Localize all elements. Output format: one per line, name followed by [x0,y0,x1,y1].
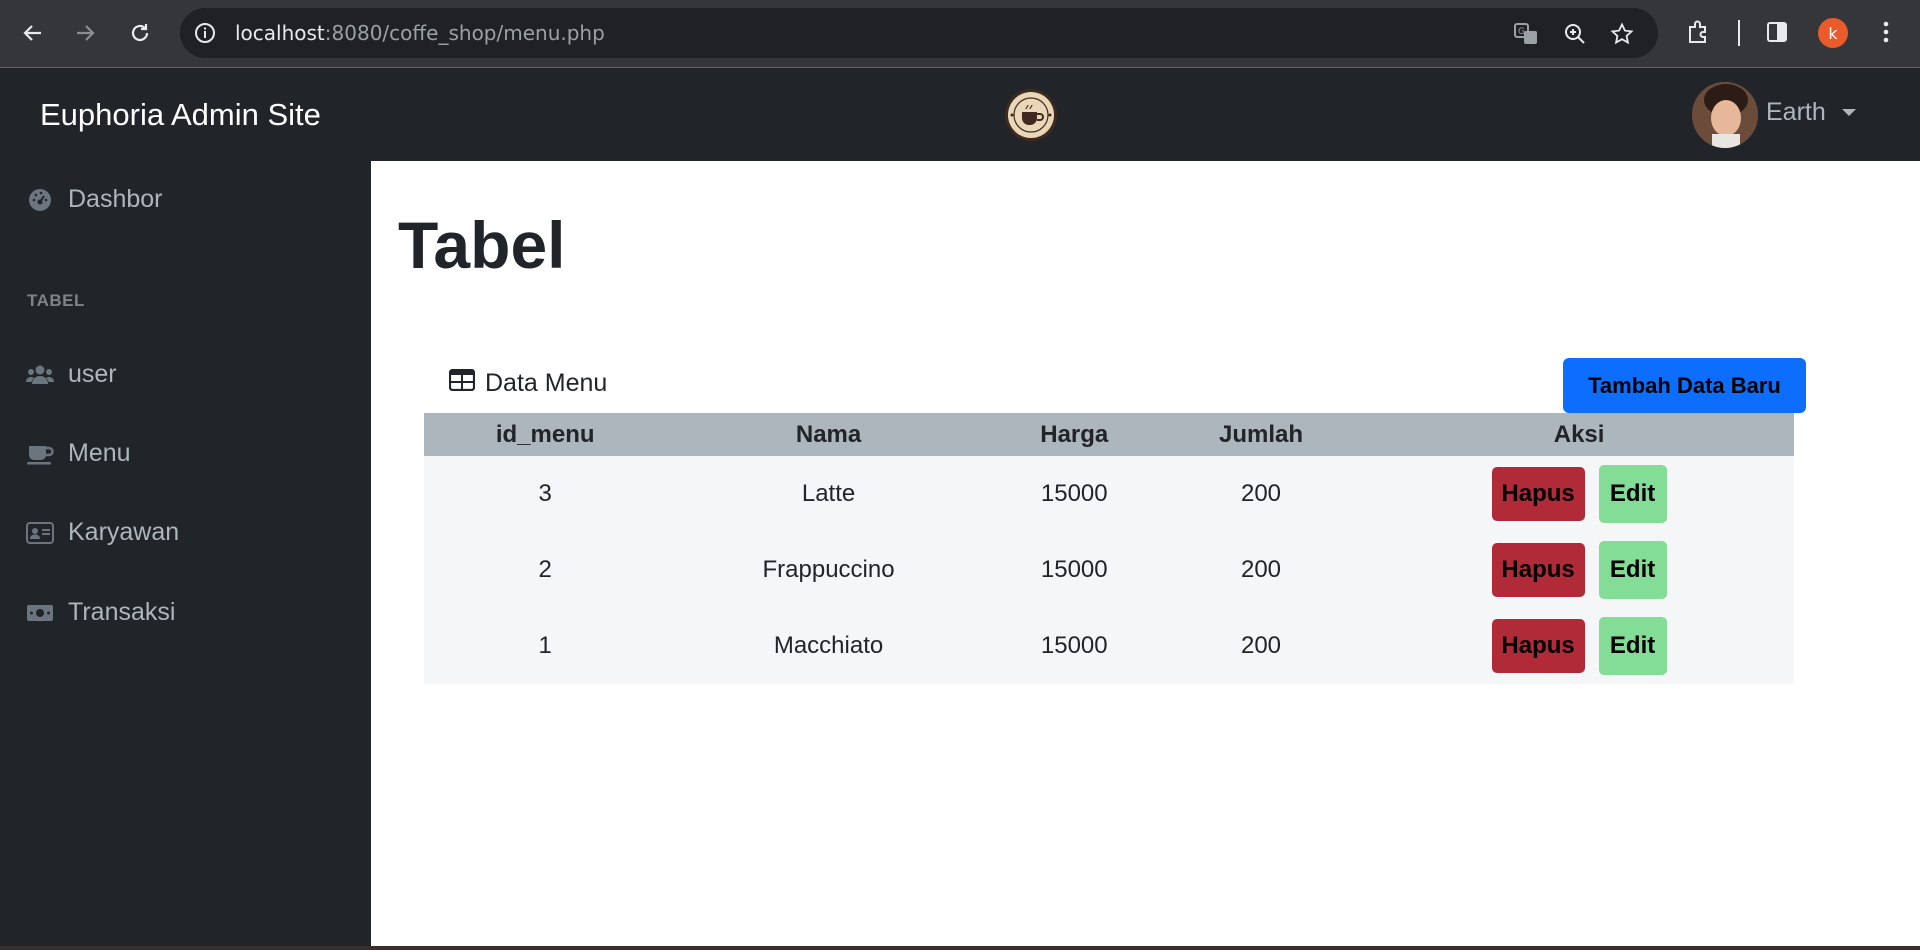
main-content: Tabel Data Menu Tambah Data Baru id_menu… [371,161,1920,946]
column-header[interactable]: Harga [990,413,1158,456]
table-header-row: id_menu Nama Harga Jumlah Aksi [424,413,1794,456]
forward-button[interactable] [66,14,104,52]
cell-nama: Latte [666,456,991,532]
coffee-icon [26,440,54,468]
svg-text:G: G [1518,27,1525,37]
side-panel-icon[interactable] [1759,14,1795,50]
sidebar-section-heading: TABEL [27,291,85,310]
cell-id-menu: 2 [424,532,667,608]
back-button[interactable] [14,14,52,52]
sidebar-item-user[interactable]: user [26,360,117,389]
user-avatar[interactable] [1692,82,1758,148]
table-icon [448,368,476,398]
edit-button[interactable]: Edit [1598,465,1667,523]
users-icon [26,361,54,389]
cell-harga: 15000 [990,456,1158,532]
cell-aksi: Hapus Edit [1364,608,1794,684]
menu-table: id_menu Nama Harga Jumlah Aksi 3 Latte 1… [424,413,1794,684]
site-info-icon[interactable] [192,20,218,46]
cell-id-menu: 3 [424,456,667,532]
add-new-data-button[interactable]: Tambah Data Baru [1563,358,1806,413]
top-navbar: Euphoria Admin Site Earth [0,69,1920,161]
translate-icon[interactable]: G [1512,20,1540,48]
sidebar-item-karyawan[interactable]: Karyawan [26,518,179,547]
extensions-icon[interactable] [1681,14,1717,50]
sidebar-item-label: Menu [68,439,131,467]
column-header: Aksi [1364,413,1794,456]
brand-title[interactable]: Euphoria Admin Site [40,97,321,133]
cell-aksi: Hapus Edit [1364,532,1794,608]
arrow-left-icon [23,25,41,41]
column-header[interactable]: id_menu [424,413,667,456]
zoom-icon[interactable] [1561,20,1589,48]
card-header: Data Menu [448,368,608,398]
table-row: 1 Macchiato 15000 200 Hapus Edit [424,608,1794,684]
window-bottom-edge [0,946,1920,950]
cell-jumlah: 200 [1157,456,1365,532]
column-header[interactable]: Nama [666,413,991,456]
edit-button[interactable]: Edit [1598,541,1667,599]
gauge-icon [26,186,54,214]
sidebar-item-menu[interactable]: Menu [26,439,131,468]
column-header[interactable]: Jumlah [1157,413,1365,456]
cell-jumlah: 200 [1157,532,1365,608]
page-title: Tabel [398,208,566,282]
table-row: 3 Latte 15000 200 Hapus Edit [424,456,1794,532]
address-bar[interactable]: localhost:8080/coffe_shop/menu.php G [180,8,1658,58]
profile-avatar[interactable]: k [1818,18,1848,48]
delete-button[interactable]: Hapus [1491,619,1585,673]
sidebar-item-transaksi[interactable]: Transaksi [26,598,175,627]
sidebar-item-label: Karyawan [68,518,180,546]
browser-toolbar: localhost:8080/coffe_shop/menu.php G k [0,0,1920,68]
user-name[interactable]: Earth [1766,98,1826,127]
sidebar-item-label: Dashbor [68,185,163,213]
sidebar-item-label: Transaksi [68,598,176,626]
cell-nama: Macchiato [666,608,991,684]
sidebar: Dashbor TABEL user Menu Karyawan Transak… [0,161,371,950]
arrow-right-icon [77,25,95,41]
table-row: 2 Frappuccino 15000 200 Hapus Edit [424,532,1794,608]
cell-harga: 15000 [990,608,1158,684]
delete-button[interactable]: Hapus [1491,467,1585,521]
toolbar-divider [1738,20,1740,46]
sidebar-item-dashbor[interactable]: Dashbor [26,185,163,214]
url-path: :8080/coffe_shop/menu.php [324,21,605,45]
edit-button[interactable]: Edit [1598,617,1667,675]
cell-nama: Frappuccino [666,532,991,608]
reload-icon [131,24,149,42]
money-bill-icon [26,599,54,627]
cell-id-menu: 1 [424,608,667,684]
kebab-menu-icon[interactable] [1868,14,1904,50]
url-host: localhost [235,21,325,45]
delete-button[interactable]: Hapus [1491,543,1585,597]
sidebar-item-label: user [68,360,117,388]
bookmark-star-icon[interactable] [1608,20,1636,48]
chevron-down-icon[interactable] [1842,109,1856,116]
cell-aksi: Hapus Edit [1364,456,1794,532]
reload-button[interactable] [121,14,159,52]
cell-jumlah: 200 [1157,608,1365,684]
card-title: Data Menu [485,369,608,397]
coffee-shop-logo [1004,88,1058,142]
id-card-icon [26,519,54,547]
url-text: localhost:8080/coffe_shop/menu.php [235,21,605,45]
cell-harga: 15000 [990,532,1158,608]
